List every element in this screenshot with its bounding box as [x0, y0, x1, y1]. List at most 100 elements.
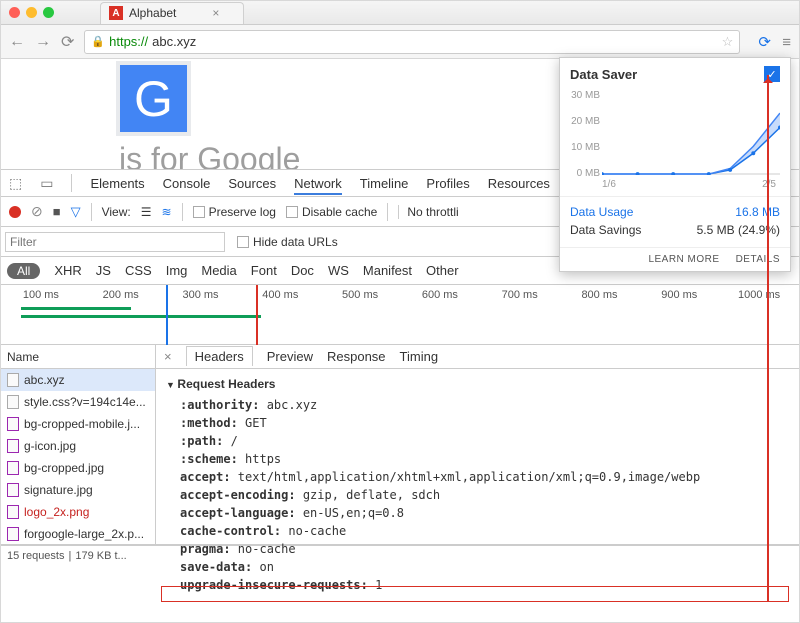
- waterfall-tick: 700 ms: [480, 289, 560, 301]
- type-filter-css[interactable]: CSS: [125, 263, 152, 278]
- request-row[interactable]: logo_2x.png: [1, 501, 155, 523]
- type-filter-img[interactable]: Img: [166, 263, 188, 278]
- devtools-tab-resources[interactable]: Resources: [488, 176, 550, 191]
- page-tagline: is for Google: [119, 141, 300, 169]
- devtools-tab-elements[interactable]: Elements: [90, 176, 144, 191]
- file-type-icon: [7, 373, 19, 387]
- large-rows-icon[interactable]: ☰: [141, 205, 152, 219]
- preserve-log-checkbox[interactable]: Preserve log: [193, 205, 276, 219]
- request-name: forgoogle-large_2x.p...: [24, 527, 144, 541]
- request-row[interactable]: bg-cropped-mobile.j...: [1, 413, 155, 435]
- request-row[interactable]: style.css?v=194c14e...: [1, 391, 155, 413]
- file-type-icon: [7, 395, 19, 409]
- tab-close-icon[interactable]: ×: [212, 6, 219, 20]
- throttling-select[interactable]: No throttli: [398, 205, 458, 219]
- request-header-line: :scheme: https: [180, 450, 789, 468]
- network-body: Name abc.xyzstyle.css?v=194c14e...bg-cro…: [1, 345, 799, 545]
- request-row[interactable]: g-icon.jpg: [1, 435, 155, 457]
- data-saver-chart: 30 MB 20 MB 10 MB 0 MB 1/6 2/5: [560, 90, 780, 190]
- learn-more-link[interactable]: LEARN MORE: [648, 254, 719, 265]
- device-icon[interactable]: ▭: [40, 175, 53, 192]
- file-type-icon: [7, 439, 19, 453]
- request-detail-pane: × Headers Preview Response Timing Request H…: [156, 345, 799, 544]
- request-headers-title[interactable]: Request Headers: [166, 377, 789, 391]
- devtools-tab-profiles[interactable]: Profiles: [426, 176, 469, 191]
- browser-toolbar: ← → ⟳ 🔒 https://abc.xyz ☆ ⟳ ≡: [1, 25, 799, 59]
- type-filter-ws[interactable]: WS: [328, 263, 349, 278]
- type-filter-js[interactable]: JS: [96, 263, 111, 278]
- type-filter-doc[interactable]: Doc: [291, 263, 314, 278]
- request-header-line: :authority: abc.xyz: [180, 396, 789, 414]
- address-bar[interactable]: 🔒 https://abc.xyz ☆: [84, 30, 740, 54]
- devtools-tab-console[interactable]: Console: [163, 176, 211, 191]
- screenshot-icon[interactable]: ■: [53, 204, 61, 219]
- view-label: View:: [102, 205, 131, 219]
- waterfall-overview[interactable]: 100 ms200 ms300 ms400 ms500 ms600 ms700 …: [1, 285, 799, 345]
- request-header-line: upgrade-insecure-requests: 1: [180, 576, 789, 594]
- request-row[interactable]: abc.xyz: [1, 369, 155, 391]
- disable-cache-checkbox[interactable]: Disable cache: [286, 205, 377, 219]
- request-header-line: :path: /: [180, 432, 789, 450]
- y-tick: 20 MB: [560, 116, 600, 127]
- detail-tab-preview[interactable]: Preview: [267, 349, 313, 364]
- request-header-line: cache-control: no-cache: [180, 522, 789, 540]
- favicon-icon: A: [109, 6, 123, 20]
- record-icon[interactable]: [9, 206, 21, 218]
- headers-section: Request Headers :authority: abc.xyz:meth…: [156, 369, 799, 602]
- type-filter-manifest[interactable]: Manifest: [363, 263, 412, 278]
- file-type-icon: [7, 417, 19, 431]
- request-row[interactable]: signature.jpg: [1, 479, 155, 501]
- data-saver-extension-icon[interactable]: ⟳: [758, 34, 771, 51]
- clear-icon[interactable]: ⊘: [31, 203, 43, 220]
- back-icon[interactable]: ←: [9, 33, 25, 51]
- type-filter-all[interactable]: All: [7, 263, 40, 279]
- tab-title: Alphabet: [129, 6, 176, 20]
- request-list-header[interactable]: Name: [1, 345, 155, 369]
- transferred-size: 179 KB t...: [75, 550, 126, 562]
- browser-tab[interactable]: A Alphabet ×: [100, 2, 244, 24]
- close-detail-icon[interactable]: ×: [164, 349, 172, 364]
- detail-tab-headers[interactable]: Headers: [186, 346, 253, 366]
- request-header-line: save-data: on: [180, 558, 789, 576]
- inspect-icon[interactable]: ⬚: [9, 175, 22, 192]
- minimize-window-icon[interactable]: [26, 7, 37, 18]
- waterfall-tick: 900 ms: [639, 289, 719, 301]
- waterfall-tick: 300 ms: [161, 289, 241, 301]
- request-name: signature.jpg: [24, 483, 93, 497]
- waterfall-view-icon[interactable]: ≋: [162, 205, 172, 219]
- annotation-arrow-icon: [767, 75, 769, 602]
- type-filter-xhr[interactable]: XHR: [54, 263, 81, 278]
- forward-icon[interactable]: →: [35, 33, 51, 51]
- type-filter-font[interactable]: Font: [251, 263, 277, 278]
- detail-tabs: × Headers Preview Response Timing: [156, 345, 799, 369]
- request-name: abc.xyz: [24, 373, 65, 387]
- bookmark-icon[interactable]: ☆: [722, 34, 734, 50]
- window-titlebar: A Alphabet ×: [1, 1, 799, 25]
- detail-tab-timing[interactable]: Timing: [400, 349, 439, 364]
- request-header-line: pragma: no-cache: [180, 540, 789, 558]
- load-event-line-icon: [256, 285, 258, 345]
- request-row[interactable]: bg-cropped.jpg: [1, 457, 155, 479]
- y-tick: 30 MB: [560, 90, 600, 101]
- type-filter-other[interactable]: Other: [426, 263, 459, 278]
- devtools-tab-network[interactable]: Network: [294, 176, 342, 195]
- hide-data-urls-checkbox[interactable]: Hide data URLs: [237, 235, 338, 249]
- file-type-icon: [7, 505, 19, 519]
- reload-icon[interactable]: ⟳: [61, 32, 74, 52]
- filter-input[interactable]: [5, 232, 225, 252]
- devtools-tab-timeline[interactable]: Timeline: [360, 176, 409, 191]
- devtools-tab-sources[interactable]: Sources: [228, 176, 276, 191]
- close-window-icon[interactable]: [9, 7, 20, 18]
- request-row[interactable]: forgoogle-large_2x.p...: [1, 523, 155, 544]
- maximize-window-icon[interactable]: [43, 7, 54, 18]
- filter-toggle-icon[interactable]: ▽: [71, 204, 81, 220]
- data-saver-popup: Data Saver ✓ 30 MB 20 MB 10 MB 0 MB 1/6 …: [559, 57, 791, 272]
- menu-hamburger-icon[interactable]: ≡: [782, 34, 791, 51]
- type-filter-media[interactable]: Media: [201, 263, 236, 278]
- details-link[interactable]: DETAILS: [736, 254, 780, 265]
- detail-tab-response[interactable]: Response: [327, 349, 386, 364]
- wf-bar: [21, 307, 131, 310]
- y-tick: 0 MB: [560, 168, 600, 179]
- waterfall-tick: 100 ms: [1, 289, 81, 301]
- waterfall-tick: 200 ms: [81, 289, 161, 301]
